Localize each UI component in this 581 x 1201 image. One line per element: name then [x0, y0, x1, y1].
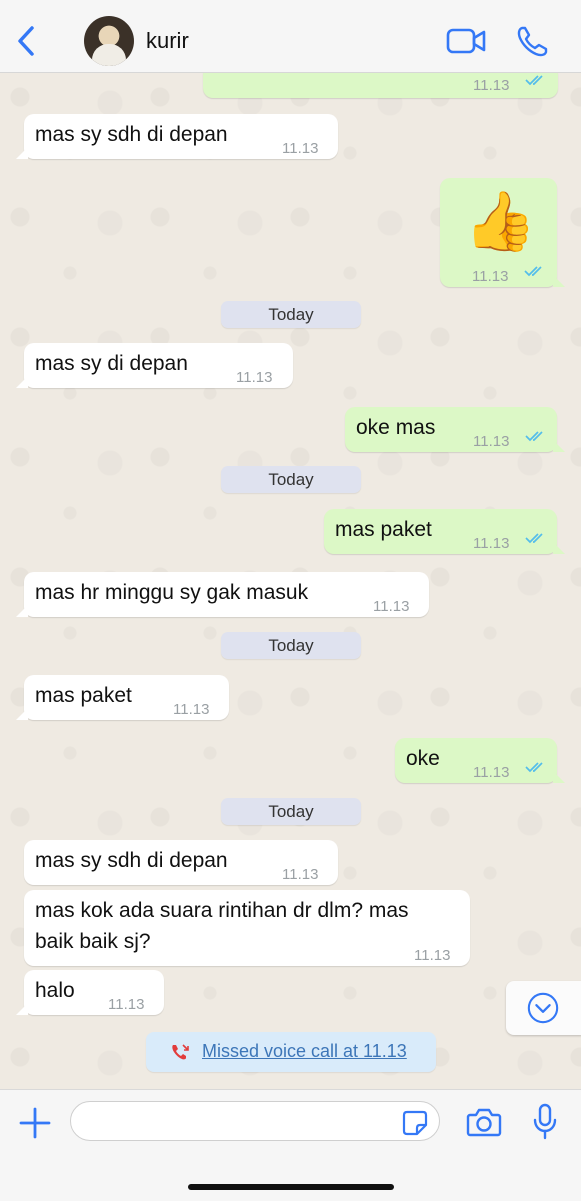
- contact-name[interactable]: kurir: [146, 28, 189, 54]
- date-divider: Today: [221, 798, 361, 825]
- message-bubble-incoming[interactable]: mas paket 11.13: [16, 675, 229, 720]
- scroll-to-bottom-button[interactable]: [506, 981, 581, 1035]
- mic-icon[interactable]: [532, 1103, 558, 1141]
- plus-icon[interactable]: [18, 1106, 52, 1140]
- chevron-down-circle-icon: [527, 992, 559, 1024]
- message-time: 11.13: [473, 535, 510, 552]
- message-bubble-incoming[interactable]: mas hr minggu sy gak masuk 11.13: [16, 572, 429, 617]
- message-time: 11.13: [473, 433, 510, 450]
- date-divider: Today: [221, 466, 361, 493]
- missed-call-text[interactable]: Missed voice call at 11.13: [202, 1041, 407, 1062]
- message-text: mas paket: [35, 684, 132, 707]
- contact-avatar[interactable]: [84, 16, 134, 66]
- message-bubble-incoming[interactable]: mas kok ada suara rintihan dr dlm? mas b…: [24, 890, 470, 966]
- read-ticks-icon: [525, 75, 543, 86]
- chat-header: kurir: [0, 0, 581, 73]
- home-indicator: [188, 1184, 394, 1190]
- date-divider: Today: [221, 301, 361, 328]
- message-bubble-incoming[interactable]: halo 11.13: [16, 970, 164, 1015]
- date-divider: Today: [221, 632, 361, 659]
- read-ticks-icon: [525, 533, 543, 544]
- message-time: 11.13: [108, 996, 145, 1013]
- message-text: halo: [35, 979, 75, 1002]
- camera-icon[interactable]: [466, 1106, 502, 1138]
- missed-call-notice[interactable]: Missed voice call at 11.13: [146, 1032, 436, 1072]
- message-text: oke mas: [356, 416, 436, 439]
- video-call-icon[interactable]: [446, 26, 486, 56]
- missed-call-icon: [172, 1044, 189, 1060]
- read-ticks-icon: [525, 762, 543, 773]
- message-bubble-incoming[interactable]: mas sy sdh di depan 11.13: [24, 840, 338, 885]
- message-time: 11.13: [473, 764, 510, 781]
- message-text: mas sy di depan: [35, 352, 188, 375]
- message-text-line: baik baik sj?: [35, 930, 151, 953]
- message-text: mas sy sdh di depan: [35, 849, 228, 872]
- message-time: 11.13: [373, 598, 410, 615]
- message-time: 11.13: [236, 369, 273, 386]
- read-ticks-icon: [524, 266, 542, 277]
- composer-bar: [0, 1089, 581, 1201]
- message-bubble-outgoing[interactable]: oke 11.13: [395, 738, 565, 783]
- message-time: 11.13: [473, 77, 510, 94]
- message-text: mas paket: [335, 518, 432, 541]
- message-input[interactable]: [70, 1101, 440, 1141]
- message-time: 11.13: [282, 140, 319, 157]
- message-text: mas sy sdh di depan: [35, 123, 228, 146]
- emoji-message: 👍: [464, 189, 537, 254]
- message-list[interactable]: 11.13 mas sy sdh di depan 11.13 👍 11.13 …: [0, 73, 581, 1089]
- message-time: 11.13: [282, 866, 319, 883]
- message-bubble-outgoing[interactable]: 👍 11.13: [440, 178, 565, 287]
- message-bubble-outgoing[interactable]: 11.13: [203, 73, 558, 98]
- message-bubble-incoming[interactable]: mas sy sdh di depan 11.13: [16, 114, 338, 159]
- back-chevron-icon[interactable]: [12, 24, 42, 58]
- message-time: 11.13: [414, 947, 451, 964]
- message-time: 11.13: [173, 701, 210, 718]
- message-text: oke: [406, 747, 440, 770]
- message-bubble-outgoing[interactable]: mas paket 11.13: [324, 509, 565, 554]
- message-bubble-outgoing[interactable]: oke mas 11.13: [345, 407, 565, 452]
- message-text: mas hr minggu sy gak masuk: [35, 581, 309, 604]
- sticker-icon[interactable]: [402, 1110, 428, 1136]
- voice-call-icon[interactable]: [514, 24, 550, 60]
- read-ticks-icon: [525, 431, 543, 442]
- message-text-line: mas kok ada suara rintihan dr dlm? mas: [35, 899, 409, 922]
- message-bubble-incoming[interactable]: mas sy di depan 11.13: [16, 343, 293, 388]
- message-time: 11.13: [472, 268, 509, 285]
